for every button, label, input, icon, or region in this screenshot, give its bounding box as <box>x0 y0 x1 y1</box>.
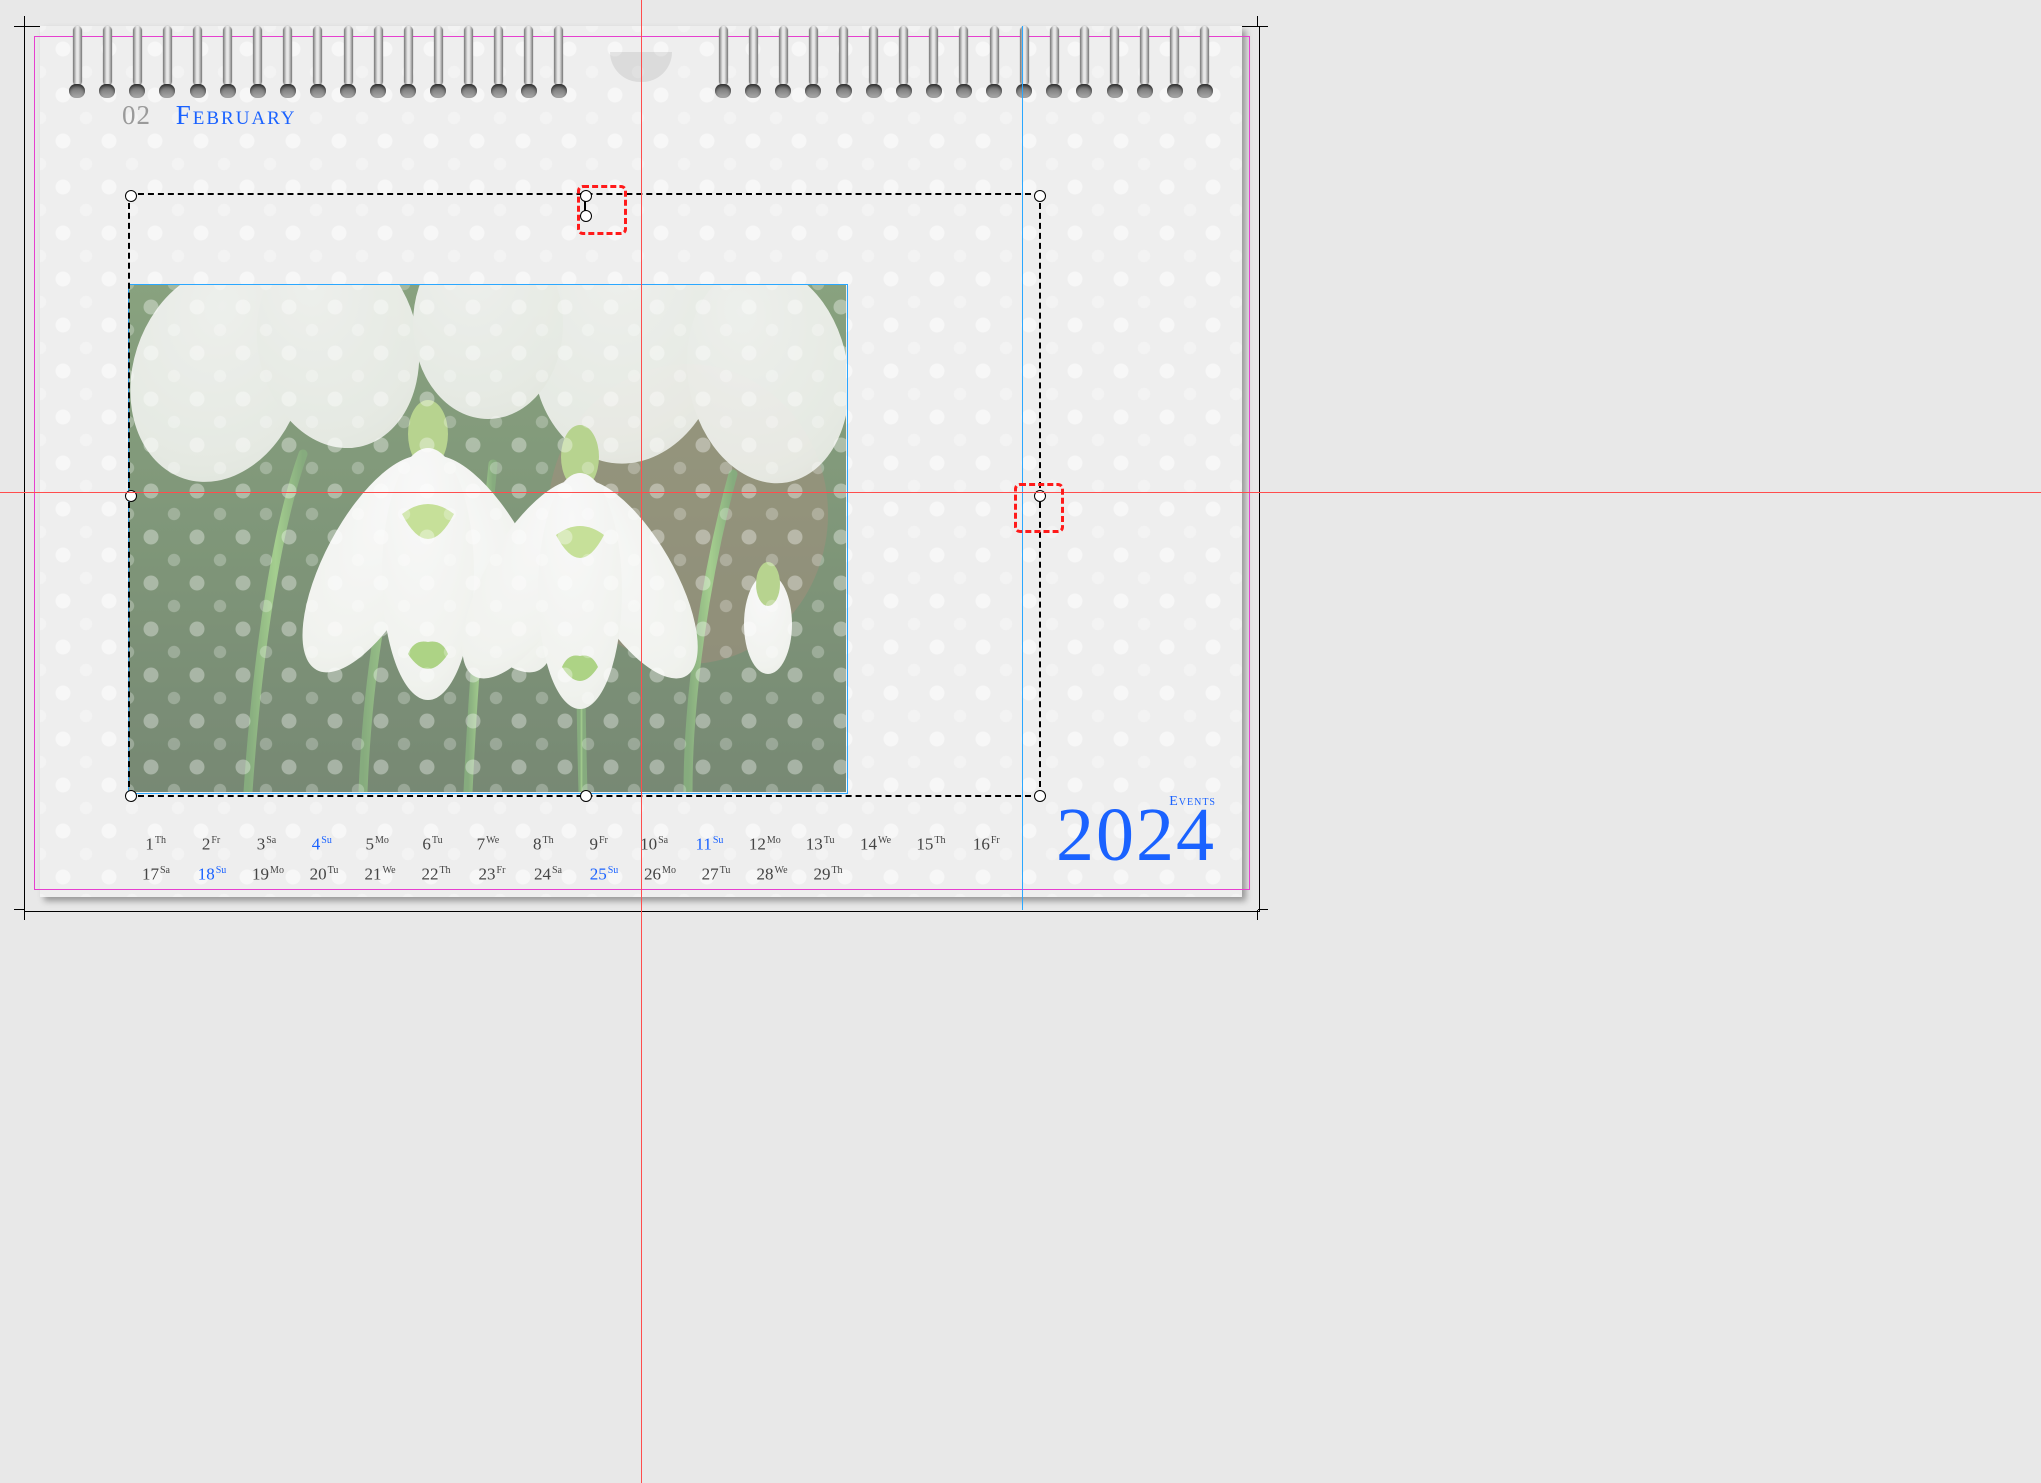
binding-ring <box>397 48 419 102</box>
day-cell: 17Sa <box>128 858 184 888</box>
day-cell: 20Tu <box>296 858 352 888</box>
day-cell: 24Sa <box>520 858 576 888</box>
crop-tick <box>1258 909 1268 910</box>
handle-ne[interactable] <box>1034 190 1046 202</box>
month-number: 02 <box>122 100 151 130</box>
day-cell: 22Th <box>408 858 464 888</box>
crop-tick <box>1257 910 1258 920</box>
month-name: February <box>176 100 297 130</box>
day-cell: 10Sa <box>626 828 681 858</box>
rotation-stem <box>584 193 586 215</box>
binding-ring <box>548 48 570 102</box>
binding-ring <box>712 48 734 102</box>
binding-ring <box>458 48 480 102</box>
day-cell: 2Fr <box>183 828 238 858</box>
binding-ring <box>893 48 915 102</box>
day-cell: 5Mo <box>350 828 405 858</box>
photo-frame[interactable] <box>128 284 846 792</box>
binding-ring <box>953 48 975 102</box>
month-header: 02 February <box>122 100 297 131</box>
crop-tick <box>14 26 24 27</box>
crop-tick <box>14 909 24 910</box>
handle-se[interactable] <box>1034 790 1046 802</box>
binding-ring <box>247 48 269 102</box>
day-cell: 27Tu <box>688 858 744 888</box>
day-cell: 16Fr <box>959 828 1014 858</box>
binding-ring <box>488 48 510 102</box>
binding-ring <box>1043 48 1065 102</box>
binding-ring <box>518 48 540 102</box>
day-cell: 12Mo <box>737 828 792 858</box>
binding-ring <box>923 48 945 102</box>
binding-ring <box>156 48 178 102</box>
handle-nw[interactable] <box>125 190 137 202</box>
crop-tick <box>24 910 25 920</box>
handle-n[interactable] <box>580 190 592 202</box>
day-cell: 6Tu <box>405 828 460 858</box>
day-cell: 21We <box>352 858 408 888</box>
binding-ring <box>983 48 1005 102</box>
binding-ring <box>1104 48 1126 102</box>
binding-ring <box>126 48 148 102</box>
binding-ring <box>337 48 359 102</box>
day-cell: 25Su <box>576 858 632 888</box>
binding-ring <box>1194 48 1216 102</box>
binding-ring <box>187 48 209 102</box>
day-cell: 11Su <box>682 828 737 858</box>
binding-ring <box>217 48 239 102</box>
binding-ring <box>802 48 824 102</box>
binding-ring <box>742 48 764 102</box>
calendar-page: 02 February <box>40 26 1242 897</box>
day-cell: 18Su <box>184 858 240 888</box>
crop-tick <box>1258 26 1268 27</box>
day-cell: 1Th <box>128 828 183 858</box>
binding-ring <box>66 48 88 102</box>
day-cell: 26Mo <box>632 858 688 888</box>
binding-ring <box>833 48 855 102</box>
binding-ring <box>1073 48 1095 102</box>
binding-ring <box>277 48 299 102</box>
editor-canvas[interactable]: 02 February <box>0 0 2041 1483</box>
day-cell: 8Th <box>516 828 571 858</box>
day-cell: 19Mo <box>240 858 296 888</box>
spiral-binding <box>40 48 1242 102</box>
binding-ring <box>1013 48 1035 102</box>
year-label: 2024 <box>1056 792 1216 879</box>
hanger-tab <box>610 52 672 82</box>
binding-ring <box>307 48 329 102</box>
day-cell: 28We <box>744 858 800 888</box>
handle-e[interactable] <box>1034 490 1046 502</box>
binding-ring <box>427 48 449 102</box>
day-cell: 15Th <box>903 828 958 858</box>
day-cell: 14We <box>848 828 903 858</box>
day-cell: 23Fr <box>464 858 520 888</box>
binding-ring <box>772 48 794 102</box>
rotation-handle[interactable] <box>580 210 592 222</box>
crop-tick <box>1257 16 1258 26</box>
snowdrops-photo <box>128 284 846 792</box>
binding-ring <box>367 48 389 102</box>
crop-tick <box>24 16 25 26</box>
binding-ring <box>96 48 118 102</box>
binding-ring <box>1134 48 1156 102</box>
binding-ring <box>1164 48 1186 102</box>
day-cell: 3Sa <box>239 828 294 858</box>
day-cell: 29Th <box>800 858 856 888</box>
binding-ring <box>863 48 885 102</box>
day-cell: 13Tu <box>793 828 848 858</box>
day-cell: 4Su <box>294 828 349 858</box>
day-cell: 9Fr <box>571 828 626 858</box>
day-cell: 7We <box>460 828 515 858</box>
days-grid: 1Th2Fr3Sa4Su5Mo6Tu7We8Th9Fr10Sa11Su12Mo1… <box>128 828 1014 887</box>
